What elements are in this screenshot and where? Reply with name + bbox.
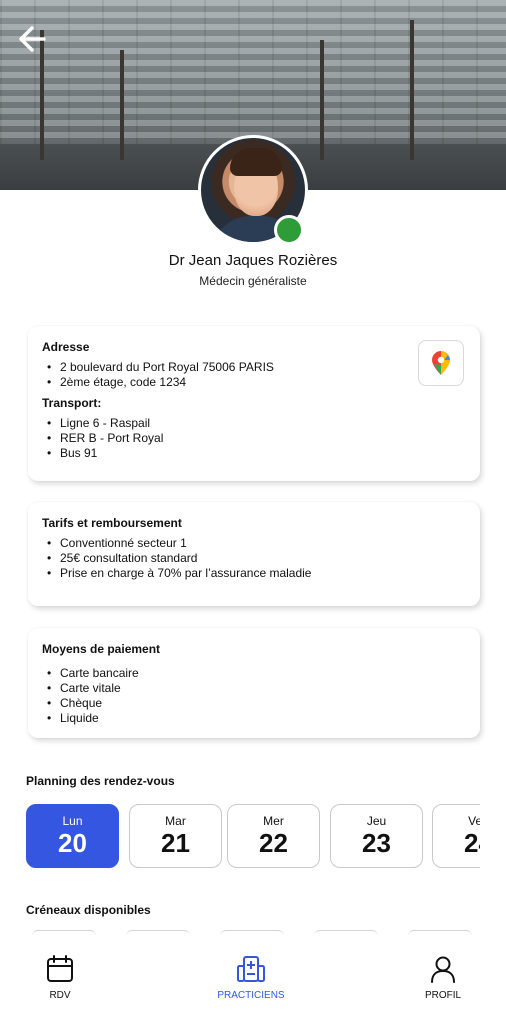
list-item: Ligne 6 - Raspail	[42, 416, 466, 431]
day-number: 24	[464, 828, 480, 858]
day-name: Ven	[468, 814, 480, 828]
open-maps-button[interactable]	[418, 340, 464, 386]
day-button-wed[interactable]: Mer 22	[227, 804, 320, 868]
user-icon	[431, 956, 455, 983]
list-item: 25€ consultation standard	[42, 551, 466, 566]
list-item: Liquide	[42, 711, 466, 726]
list-item: RER B - Port Royal	[42, 431, 466, 446]
nav-item-rdv[interactable]: RDV	[5, 954, 115, 1001]
doctor-name: Dr Jean Jaques Rozières	[168, 252, 338, 269]
day-name: Lun	[62, 814, 83, 828]
day-number: 22	[259, 828, 288, 858]
list-item: 2 boulevard du Port Royal 75006 PARIS	[42, 360, 466, 375]
day-name: Mar	[165, 814, 186, 828]
day-button-fri[interactable]: Ven 24	[432, 804, 480, 868]
list-item: Conventionné secteur 1	[42, 536, 466, 551]
slots-title: Créneaux disponibles	[26, 903, 151, 917]
slot-item[interactable]	[32, 930, 96, 936]
slot-item[interactable]	[220, 930, 284, 936]
day-number: 20	[58, 828, 87, 858]
slot-item[interactable]	[408, 930, 472, 936]
arrow-left-icon	[19, 26, 46, 52]
address-title: Adresse	[42, 340, 90, 354]
list-item: Carte bancaire	[42, 666, 466, 681]
list-item: Carte vitale	[42, 681, 466, 696]
day-button-tue[interactable]: Mar 21	[129, 804, 222, 868]
doctor-specialty: Médecin généraliste	[199, 274, 307, 288]
payment-title: Moyens de paiement	[42, 642, 161, 656]
online-status-badge	[274, 215, 304, 245]
day-number: 23	[362, 828, 391, 858]
calendar-icon	[47, 955, 73, 982]
day-number: 21	[161, 828, 190, 858]
day-button-mon[interactable]: Lun 20	[26, 804, 119, 868]
nav-label: PRACTICIENS	[217, 990, 285, 1001]
google-maps-pin-icon	[432, 351, 450, 375]
nav-label: RDV	[49, 990, 71, 1001]
fees-card: Tarifs et remboursement Conventionné sec…	[28, 502, 480, 606]
list-item: Chèque	[42, 696, 466, 711]
nav-label: PROFIL	[424, 990, 462, 1001]
hospital-icon	[237, 956, 265, 982]
slots-list	[26, 930, 480, 936]
planning-title: Planning des rendez-vous	[26, 774, 175, 788]
day-name: Mer	[263, 814, 284, 828]
nav-item-profil[interactable]: PROFIL	[388, 954, 498, 1001]
list-item: Prise en charge à 70% par l’assurance ma…	[42, 566, 466, 581]
day-selector: Lun 20 Mar 21 Mer 22 Jeu 23 Ven 24	[26, 804, 480, 868]
nav-item-practiciens[interactable]: PRACTICIENS	[196, 954, 306, 1001]
bottom-navigation: RDV PRACTICIENS PROFIL	[0, 940, 506, 1024]
list-item: 2ème étage, code 1234	[42, 375, 466, 390]
day-button-thu[interactable]: Jeu 23	[330, 804, 423, 868]
slot-item[interactable]	[126, 930, 190, 936]
slot-item[interactable]	[314, 930, 378, 936]
address-card: Adresse 2 boulevard du Port Royal 75006 …	[28, 326, 480, 481]
transport-title: Transport:	[42, 396, 102, 410]
payment-card: Moyens de paiement Carte bancaire Carte …	[28, 628, 480, 738]
day-name: Jeu	[366, 814, 387, 828]
fees-title: Tarifs et remboursement	[42, 516, 182, 530]
back-button[interactable]	[14, 20, 52, 58]
list-item: Bus 91	[42, 446, 466, 461]
